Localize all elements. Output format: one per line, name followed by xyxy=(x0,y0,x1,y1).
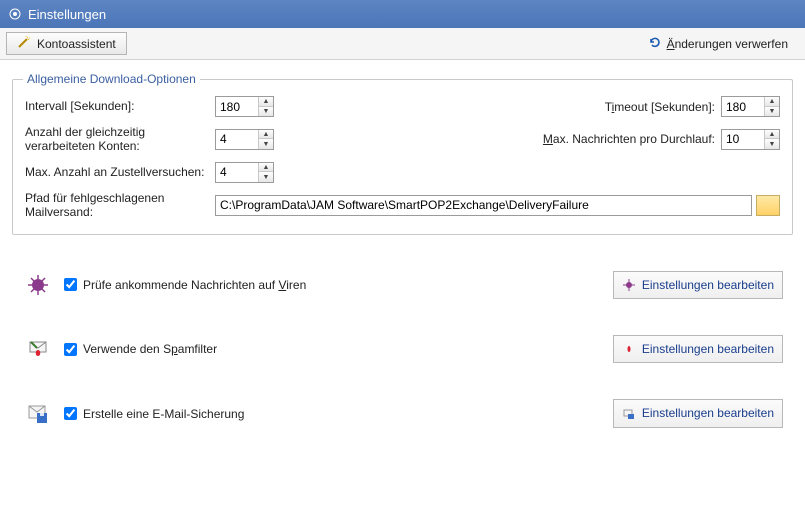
maxmsg-up[interactable]: ▲ xyxy=(765,130,779,140)
timeout-stepper[interactable]: ▲▼ xyxy=(721,96,780,117)
spam-row: Verwende den Spamfilter Einstellungen be… xyxy=(12,335,793,363)
group-legend: Allgemeine Download-Optionen xyxy=(23,72,200,86)
spam-checkbox[interactable] xyxy=(64,343,77,356)
maxmsg-down[interactable]: ▼ xyxy=(765,139,779,148)
virus-mini-icon xyxy=(622,278,636,292)
maxdeliv-input[interactable] xyxy=(216,163,258,182)
download-options-group: Allgemeine Download-Optionen Intervall [… xyxy=(12,72,793,235)
accounts-label: Anzahl der gleichzeitig verarbeiteten Ko… xyxy=(25,125,215,154)
failure-path-input[interactable] xyxy=(215,195,752,216)
discard-changes-button[interactable]: Änderungen verwerfen xyxy=(636,32,799,55)
maxmsg-label: Max. Nachrichten pro Durchlauf: xyxy=(515,132,715,146)
interval-input[interactable] xyxy=(216,97,258,116)
backup-check-label[interactable]: Erstelle eine E-Mail-Sicherung xyxy=(64,407,244,421)
maxmsg-stepper[interactable]: ▲▼ xyxy=(721,129,780,150)
spam-mini-icon xyxy=(622,342,636,356)
window-title: Einstellungen xyxy=(28,7,106,22)
backup-mini-icon xyxy=(622,407,636,421)
spam-check-label[interactable]: Verwende den Spamfilter xyxy=(64,342,217,356)
interval-down[interactable]: ▼ xyxy=(259,107,273,116)
interval-label: Intervall [Sekunden]: xyxy=(25,99,215,113)
wand-icon xyxy=(17,35,31,52)
timeout-down[interactable]: ▼ xyxy=(765,107,779,116)
timeout-up[interactable]: ▲ xyxy=(765,97,779,107)
virus-checkbox[interactable] xyxy=(64,278,77,291)
accounts-up[interactable]: ▲ xyxy=(259,130,273,140)
virus-settings-button[interactable]: Einstellungen bearbeiten xyxy=(613,271,783,299)
maxdeliv-stepper[interactable]: ▲▼ xyxy=(215,162,274,183)
content: Allgemeine Download-Optionen Intervall [… xyxy=(0,60,805,436)
path-label: Pfad für fehlgeschlagenen Mailversand: xyxy=(25,191,215,220)
account-wizard-button[interactable]: Kontoassistent xyxy=(6,32,127,55)
undo-icon xyxy=(647,35,661,52)
accounts-stepper[interactable]: ▲▼ xyxy=(215,129,274,150)
browse-folder-button[interactable] xyxy=(756,195,780,216)
maxdeliv-label: Max. Anzahl an Zustellversuchen: xyxy=(25,165,215,179)
app-icon xyxy=(8,7,22,21)
virus-icon xyxy=(26,273,50,297)
spam-icon xyxy=(26,337,50,361)
interval-stepper[interactable]: ▲▼ xyxy=(215,96,274,117)
backup-settings-button[interactable]: Einstellungen bearbeiten xyxy=(613,399,783,427)
backup-icon xyxy=(26,402,50,426)
spam-settings-button[interactable]: Einstellungen bearbeiten xyxy=(613,335,783,363)
accounts-input[interactable] xyxy=(216,130,258,149)
account-wizard-label: Kontoassistent xyxy=(37,37,116,51)
titlebar: Einstellungen xyxy=(0,0,805,28)
maxdeliv-up[interactable]: ▲ xyxy=(259,163,273,173)
backup-checkbox[interactable] xyxy=(64,407,77,420)
virus-row: Prüfe ankommende Nachrichten auf Viren E… xyxy=(12,271,793,299)
maxdeliv-down[interactable]: ▼ xyxy=(259,172,273,181)
backup-settings-link: Einstellungen bearbeiten xyxy=(642,406,774,420)
toolbar: Kontoassistent Änderungen verwerfen xyxy=(0,28,805,60)
maxmsg-input[interactable] xyxy=(722,130,764,149)
backup-row: Erstelle eine E-Mail-Sicherung Einstellu… xyxy=(12,399,793,427)
timeout-input[interactable] xyxy=(722,97,764,116)
virus-settings-link: Einstellungen bearbeiten xyxy=(642,278,774,292)
accounts-down[interactable]: ▼ xyxy=(259,139,273,148)
discard-changes-label: Änderungen verwerfen xyxy=(667,37,788,51)
virus-check-label[interactable]: Prüfe ankommende Nachrichten auf Viren xyxy=(64,278,306,292)
timeout-label: Timeout [Sekunden]: xyxy=(515,100,715,114)
interval-up[interactable]: ▲ xyxy=(259,97,273,107)
spam-settings-link: Einstellungen bearbeiten xyxy=(642,342,774,356)
